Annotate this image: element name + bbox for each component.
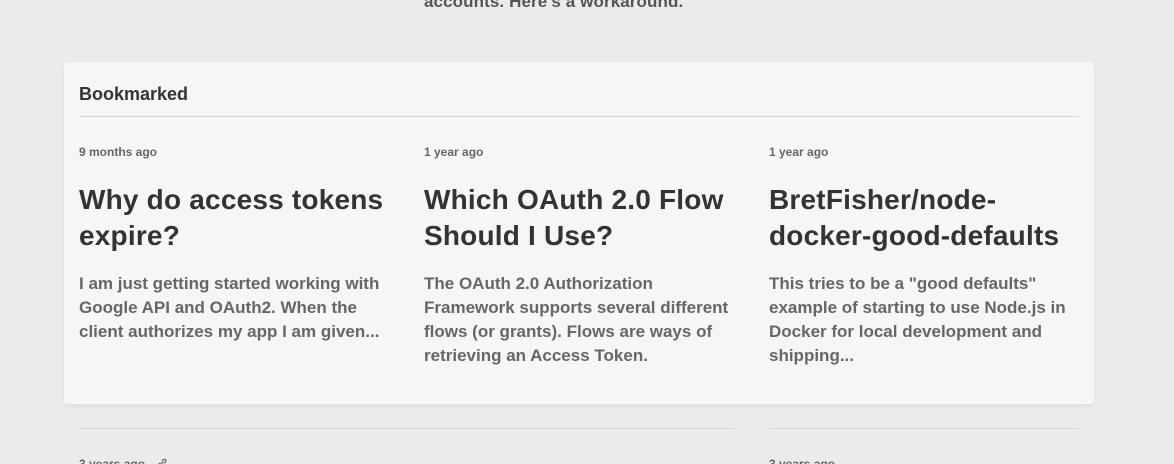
section-divider-right xyxy=(769,428,1079,429)
bookmark-card-3[interactable]: 1 year ago BretFisher/node-docker-good-d… xyxy=(769,144,1081,368)
link-icon xyxy=(156,456,168,464)
card-timestamp: 1 year ago xyxy=(424,145,484,159)
page: accounts. Here's a workaround. Bookmarke… xyxy=(0,0,1174,464)
card-timestamp: 9 months ago xyxy=(79,145,158,159)
panel-divider xyxy=(79,116,1079,117)
card-title-link[interactable]: Which OAuth 2.0 Flow Should I Use? xyxy=(424,182,736,254)
next-card-timestamp-right: 3 years ago xyxy=(769,457,836,464)
next-card-timestamp-left: 3 years ago xyxy=(79,457,146,464)
bookmark-card-2[interactable]: 1 year ago Which OAuth 2.0 Flow Should I… xyxy=(424,144,736,368)
card-excerpt: This tries to be a "good defaults" examp… xyxy=(769,274,1066,365)
bookmark-card-1[interactable]: 9 months ago Why do access tokens expire… xyxy=(79,144,391,344)
bookmarked-panel: Bookmarked 9 months ago Why do access to… xyxy=(64,62,1094,404)
card-title-link[interactable]: BretFisher/node-docker-good-defaults xyxy=(769,182,1081,254)
card-excerpt: The OAuth 2.0 Authorization Framework su… xyxy=(424,274,729,365)
section-divider-left xyxy=(79,428,734,429)
card-title-link[interactable]: Why do access tokens expire? xyxy=(79,182,391,254)
bookmarked-heading: Bookmarked xyxy=(79,84,189,104)
previous-card-excerpt: accounts. Here's a workaround. xyxy=(424,0,684,11)
card-timestamp: 1 year ago xyxy=(769,145,829,159)
card-excerpt: I am just getting started working with G… xyxy=(79,274,380,341)
